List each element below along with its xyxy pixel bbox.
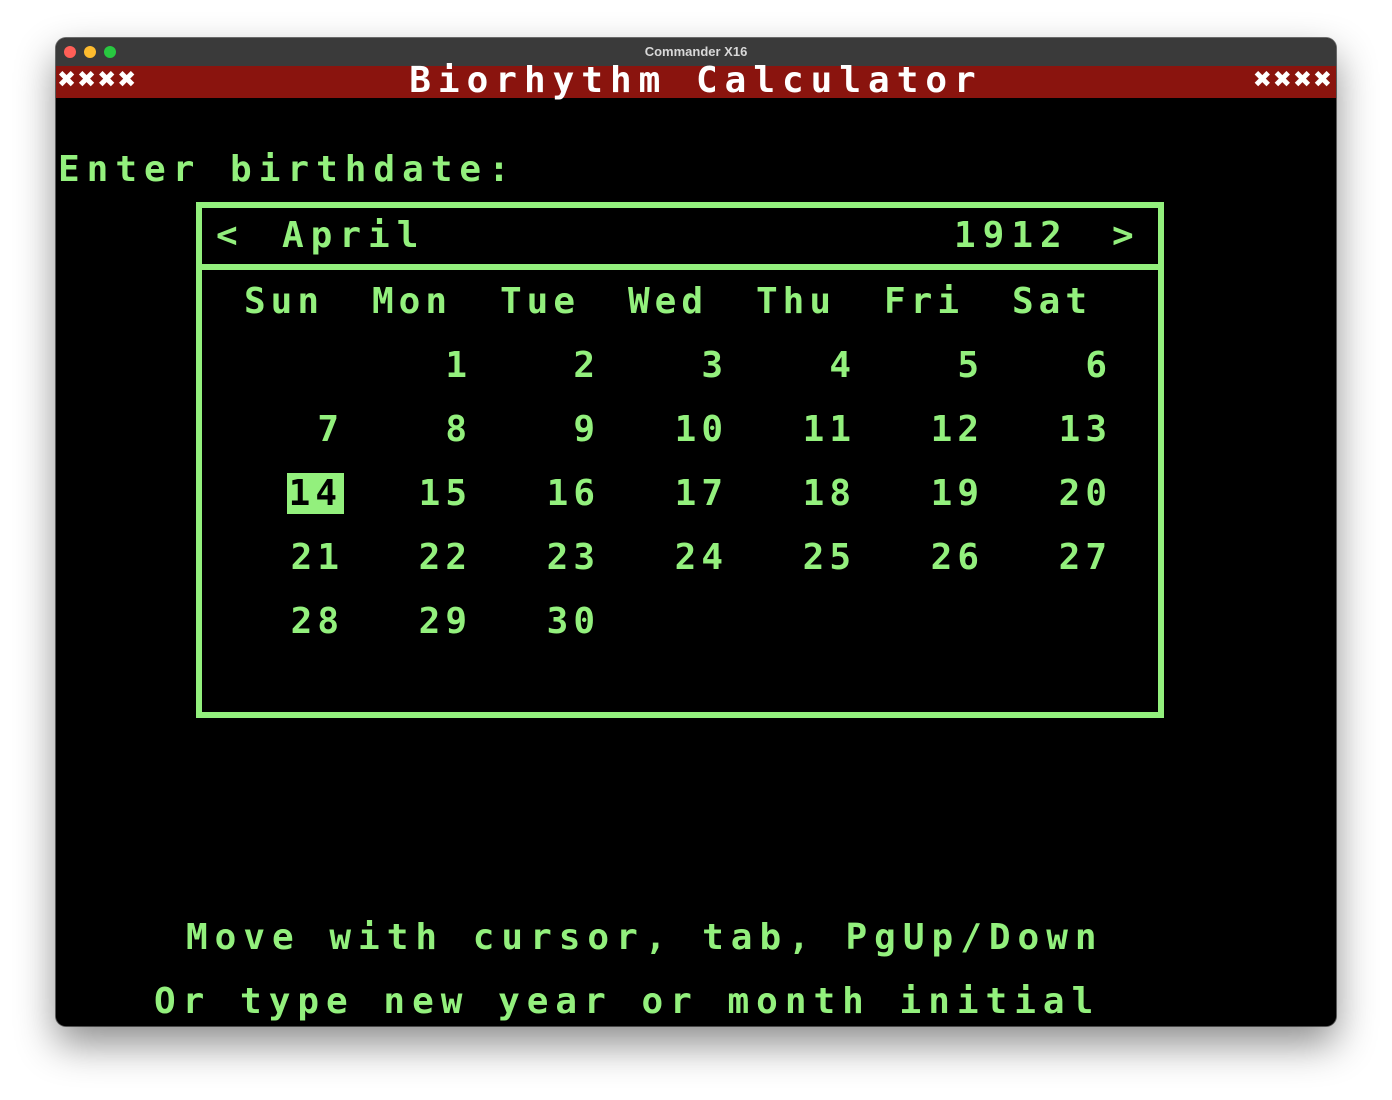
calendar-day-number: 23 [546, 537, 600, 578]
calendar-day-number: 1 [445, 345, 472, 386]
calendar-week-row: 7 8 9 10 11 12 13 [244, 406, 1144, 454]
weekday-sat: Sat [1012, 281, 1093, 322]
calendar-day-number: 28 [290, 601, 344, 642]
calendar-empty-cell [884, 598, 984, 646]
help-text-typing: Or type new year or month initial [154, 981, 1101, 1022]
calendar-day[interactable]: 23 [500, 534, 600, 582]
calendar-day[interactable]: 19 [884, 470, 984, 518]
calendar-day-number: 15 [418, 473, 472, 514]
calendar-day-number: 16 [546, 473, 600, 514]
calendar-day-number: 8 [445, 409, 472, 450]
calendar-day[interactable]: 2 [500, 342, 600, 390]
calendar-day-number: 11 [802, 409, 856, 450]
calendar-day[interactable]: 11 [756, 406, 856, 454]
calendar-day[interactable]: 16 [500, 470, 600, 518]
calendar-day-number: 7 [317, 409, 344, 450]
emulator-screen[interactable]: ✖✖✖✖ Biorhythm Calculator ✖✖✖✖ Enter bir… [56, 60, 1336, 1026]
calendar-day-number: 22 [418, 537, 472, 578]
calendar-day[interactable]: 1 [372, 342, 472, 390]
weekday-tue: Tue [500, 281, 581, 322]
calendar-day-number: 14 [286, 473, 344, 514]
calendar-day[interactable]: 22 [372, 534, 472, 582]
month-label[interactable]: April [282, 216, 425, 256]
calendar-day-number: 10 [674, 409, 728, 450]
calendar-day[interactable]: 3 [628, 342, 728, 390]
calendar-day-number: 18 [802, 473, 856, 514]
calendar-day-number: 27 [1058, 537, 1112, 578]
calendar-day[interactable]: 25 [756, 534, 856, 582]
weekday-thu: Thu [756, 281, 837, 322]
weekday-mon: Mon [372, 281, 453, 322]
birthdate-prompt: Enter birthdate: [58, 149, 517, 190]
title-banner: ✖✖✖✖ Biorhythm Calculator ✖✖✖✖ [56, 60, 1336, 101]
calendar-empty-cell [1012, 598, 1112, 646]
calendar-day[interactable]: 5 [884, 342, 984, 390]
calendar-day[interactable]: 21 [244, 534, 344, 582]
year-label[interactable]: 1912 [954, 216, 1069, 256]
calendar-day-number: 19 [930, 473, 984, 514]
weekday-wed: Wed [628, 281, 709, 322]
help-text-navigation: Move with cursor, tab, PgUp/Down [186, 917, 1104, 958]
calendar-day-number: 3 [701, 345, 728, 386]
calendar-day[interactable]: 10 [628, 406, 728, 454]
calendar-day[interactable]: 13 [1012, 406, 1112, 454]
weekday-sun: Sun [244, 281, 325, 322]
calendar-day-number: 9 [573, 409, 600, 450]
calendar-day[interactable]: 28 [244, 598, 344, 646]
calendar-day[interactable]: 29 [372, 598, 472, 646]
calendar-day[interactable]: 26 [884, 534, 984, 582]
next-month-arrow[interactable]: > [1112, 216, 1141, 256]
calendar-day-number: 4 [829, 345, 856, 386]
calendar-day-number: 21 [290, 537, 344, 578]
calendar-day[interactable]: 6 [1012, 342, 1112, 390]
calendar-empty-cell [628, 598, 728, 646]
calendar-week-row: 28 29 30 [244, 598, 1144, 646]
calendar-day-number: 17 [674, 473, 728, 514]
calendar-box: < April 1912 > Sun Mon Tue Wed Thu Fri S… [196, 202, 1164, 718]
app-title: Biorhythm Calculator [409, 60, 983, 101]
calendar-day-number: 29 [418, 601, 472, 642]
calendar-day[interactable]: 9 [500, 406, 600, 454]
calendar-day[interactable]: 18 [756, 470, 856, 518]
calendar-day-number: 2 [573, 345, 600, 386]
calendar-day-number: 25 [802, 537, 856, 578]
calendar-day[interactable]: 12 [884, 406, 984, 454]
calendar-day[interactable]: 27 [1012, 534, 1112, 582]
calendar-day-number: 24 [674, 537, 728, 578]
calendar-day-selected[interactable]: 14 [244, 470, 344, 518]
calendar-day[interactable]: 4 [756, 342, 856, 390]
calendar-week-row: 1 2 3 4 5 6 [244, 342, 1144, 390]
calendar-day-number: 20 [1058, 473, 1112, 514]
calendar-day[interactable]: 15 [372, 470, 472, 518]
calendar-day[interactable]: 20 [1012, 470, 1112, 518]
calendar-day-number: 26 [930, 537, 984, 578]
calendar-day-number: 6 [1085, 345, 1112, 386]
calendar-day[interactable]: 7 [244, 406, 344, 454]
calendar-week-row: 14 15 16 17 18 19 20 [244, 470, 1144, 518]
calendar-day[interactable]: 24 [628, 534, 728, 582]
previous-month-arrow[interactable]: < [216, 216, 245, 256]
calendar-day-number: 13 [1058, 409, 1112, 450]
calendar-empty-cell [756, 598, 856, 646]
calendar-header: < April 1912 > [202, 208, 1158, 270]
calendar-week-row: 21 22 23 24 25 26 27 [244, 534, 1144, 582]
calendar-day[interactable]: 17 [628, 470, 728, 518]
calendar-empty-cell [244, 342, 344, 390]
calendar-day[interactable]: 8 [372, 406, 472, 454]
calendar-day[interactable]: 30 [500, 598, 600, 646]
calendar-day-number: 12 [930, 409, 984, 450]
calendar-day-number: 5 [957, 345, 984, 386]
weekday-header-row: Sun Mon Tue Wed Thu Fri Sat [244, 278, 1144, 326]
calendar-day-number: 30 [546, 601, 600, 642]
banner-decoration-right: ✖✖✖✖ [1253, 62, 1334, 97]
app-window: Commander X16 ✖✖✖✖ Biorhythm Calculator … [56, 38, 1336, 1026]
weekday-fri: Fri [884, 281, 965, 322]
